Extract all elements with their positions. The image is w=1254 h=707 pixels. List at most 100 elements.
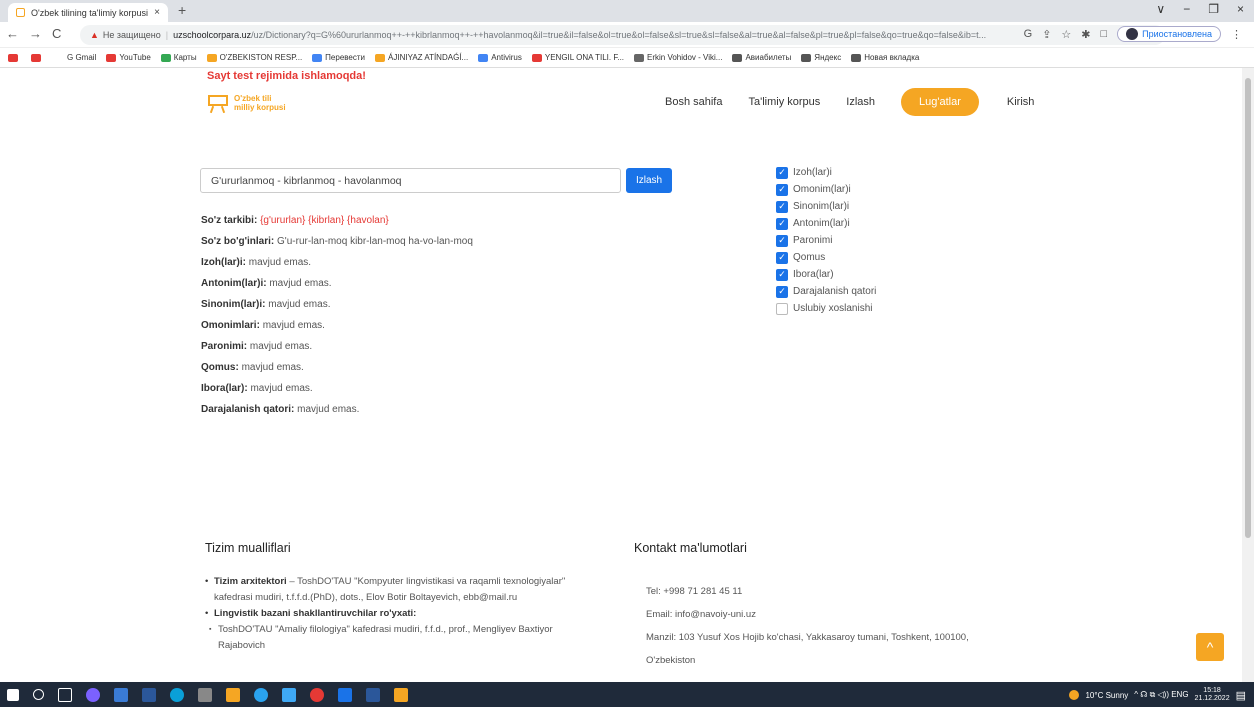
close-window-button[interactable]: ×	[1237, 2, 1244, 16]
profile-label: Приостановлена	[1142, 29, 1212, 39]
bookmark-item[interactable]: Новая вкладка	[851, 53, 919, 62]
bookmark-item[interactable]	[31, 53, 44, 62]
bookmark-label: Новая вкладка	[864, 53, 920, 62]
bookmark-item[interactable]: Авиабилеты	[732, 53, 791, 62]
app-icon[interactable]	[142, 687, 156, 702]
app-orange-icon[interactable]	[394, 687, 408, 702]
windows-start-icon[interactable]	[7, 688, 19, 701]
minimize-button[interactable]: −	[1183, 2, 1190, 16]
extensions-icon[interactable]: ✱	[1081, 28, 1090, 41]
browser-tab[interactable]: O'zbek tilining ta'limiy korpusi ×	[8, 3, 168, 22]
filter-checkbox[interactable]: ✓ Ibora(lar)	[776, 266, 876, 283]
weather-text[interactable]: 10°C Sunny	[1085, 691, 1128, 700]
checkbox-unchecked-icon[interactable]	[776, 302, 788, 315]
scrollbar-thumb[interactable]	[1245, 78, 1251, 538]
new-tab-button[interactable]: +	[178, 2, 186, 18]
site-logo[interactable]: O'zbek tili milliy korpusi	[205, 94, 286, 114]
filter-checkbox[interactable]: ✓ Izoh(lar)i	[776, 164, 876, 181]
filter-label[interactable]: Izoh(lar)i	[793, 164, 832, 181]
reload-icon[interactable]: C	[52, 26, 61, 41]
bookmark-item[interactable]: Яндекс	[801, 53, 841, 62]
filter-label[interactable]: Antonim(lar)i	[793, 215, 850, 232]
side-panel-icon[interactable]: □	[1101, 28, 1108, 40]
bookmark-item[interactable]: O'ZBEKISTON RESP...	[206, 53, 302, 62]
browser-menu-icon[interactable]: ⋮	[1231, 28, 1242, 41]
filter-checkbox[interactable]: ✓ Darajalanish qatori	[776, 283, 876, 300]
chrome-icon[interactable]	[226, 687, 240, 702]
filter-checkbox[interactable]: Uslubiy xoslanishi	[776, 300, 876, 317]
clock[interactable]: 15:18 21.12.2022	[1195, 687, 1230, 703]
search-input[interactable]: G'ururlanmoq - kibrlanmoq - havolanmoq	[200, 168, 621, 193]
telegram-icon[interactable]	[254, 687, 268, 702]
checkbox-checked-icon[interactable]: ✓	[776, 183, 788, 196]
menu-search[interactable]: Izlash	[846, 96, 875, 108]
tray-icons[interactable]: ^ ☊ ⧉ ◁)) ENG	[1134, 690, 1188, 700]
url-field[interactable]: ▲ Не защищено | uzschoolcorpara.uz /uz/D…	[80, 25, 1165, 45]
bookmark-item[interactable]: ÁJINIYAZ ATÍNDAǴÍ...	[375, 53, 468, 62]
filter-label[interactable]: Paronimi	[793, 232, 832, 249]
search-icon[interactable]	[33, 689, 44, 700]
page-scrollbar[interactable]	[1242, 68, 1254, 682]
filter-checkbox[interactable]: ✓ Qomus	[776, 249, 876, 266]
profile-button[interactable]: Приостановлена	[1117, 26, 1221, 42]
filter-checkbox[interactable]: ✓ Paronimi	[776, 232, 876, 249]
checkbox-checked-icon[interactable]: ✓	[776, 251, 788, 264]
filter-label[interactable]: Omonim(lar)i	[793, 181, 851, 198]
task-view-icon[interactable]	[58, 687, 72, 702]
menu-corpus[interactable]: Ta'limiy korpus	[748, 96, 820, 108]
bookmark-item[interactable]: Перевести	[312, 53, 365, 62]
maximize-button[interactable]: ❐	[1208, 2, 1219, 16]
search-button[interactable]: Izlash	[626, 168, 672, 193]
filter-checkbox[interactable]: ✓ Sinonim(lar)i	[776, 198, 876, 215]
yandex-browser-icon[interactable]	[310, 687, 324, 702]
bookmark-label: ÁJINIYAZ ATÍNDAǴÍ...	[388, 53, 469, 62]
url-path: /uz/Dictionary?q=G%60ururlanmoq++-++kibr…	[251, 30, 987, 40]
checkbox-checked-icon[interactable]: ✓	[776, 217, 788, 230]
filter-checkbox[interactable]: ✓ Omonim(lar)i	[776, 181, 876, 198]
checkbox-checked-icon[interactable]: ✓	[776, 234, 788, 247]
warning-icon[interactable]: ▲	[90, 30, 99, 40]
notifications-icon[interactable]: ▤	[1236, 689, 1246, 702]
results-panel: So'z tarkibi: {g'ururlan} {kibrlan} {hav…	[201, 210, 473, 420]
menu-dictionaries[interactable]: Lug'atlar	[901, 88, 979, 116]
bookmark-item[interactable]: G Gmail	[54, 53, 96, 62]
edge-icon[interactable]	[170, 687, 184, 702]
word-icon[interactable]	[366, 687, 380, 702]
result-row: Paronimi: mavjud emas.	[201, 336, 473, 357]
bookmark-label: Авиабилеты	[745, 53, 792, 62]
bookmark-item[interactable]: Карты	[160, 53, 197, 62]
checkbox-checked-icon[interactable]: ✓	[776, 268, 788, 281]
checkbox-checked-icon[interactable]: ✓	[776, 200, 788, 213]
bookmark-item[interactable]	[8, 53, 21, 62]
google-lens-icon[interactable]: G	[1024, 28, 1033, 40]
filter-label[interactable]: Sinonim(lar)i	[793, 198, 849, 215]
site-favicon-icon	[16, 8, 25, 17]
checkbox-checked-icon[interactable]: ✓	[776, 166, 788, 179]
filter-label[interactable]: Ibora(lar)	[793, 266, 834, 283]
bookmark-item[interactable]: Antivirus	[478, 53, 522, 62]
store-icon[interactable]	[198, 687, 212, 702]
chrome-alt-icon[interactable]	[338, 687, 352, 702]
bookmark-item[interactable]: YouTube	[106, 53, 151, 62]
forward-arrow-icon[interactable]: →	[29, 26, 42, 41]
bookmark-item[interactable]: Erkin Vohidov - Viki...	[634, 53, 722, 62]
bookmark-item[interactable]: YENGIL ONA TILI. F...	[531, 53, 624, 62]
filter-checkbox[interactable]: ✓ Antonim(lar)i	[776, 215, 876, 232]
save-app-icon[interactable]	[114, 687, 128, 702]
share-icon[interactable]: ⇪	[1042, 28, 1051, 41]
scroll-to-top-button[interactable]: ^	[1196, 633, 1224, 661]
mail-icon[interactable]	[282, 687, 296, 702]
bookmark-star-icon[interactable]: ☆	[1061, 28, 1071, 41]
insecure-label[interactable]: Не защищено	[103, 30, 161, 40]
filter-label[interactable]: Qomus	[793, 249, 825, 266]
menu-home[interactable]: Bosh sahifa	[665, 96, 722, 108]
tab-close-icon[interactable]: ×	[154, 7, 160, 18]
tab-search-icon[interactable]: ∨	[1156, 2, 1165, 16]
filter-label[interactable]: Uslubiy xoslanishi	[793, 300, 872, 317]
filter-label[interactable]: Darajalanish qatori	[793, 283, 876, 300]
menu-login[interactable]: Kirish	[1007, 96, 1035, 108]
alice-icon[interactable]	[86, 687, 100, 702]
checkbox-checked-icon[interactable]: ✓	[776, 285, 788, 298]
back-arrow-icon[interactable]: ←	[6, 26, 19, 41]
composition-part: {kibrlan}	[308, 215, 345, 226]
